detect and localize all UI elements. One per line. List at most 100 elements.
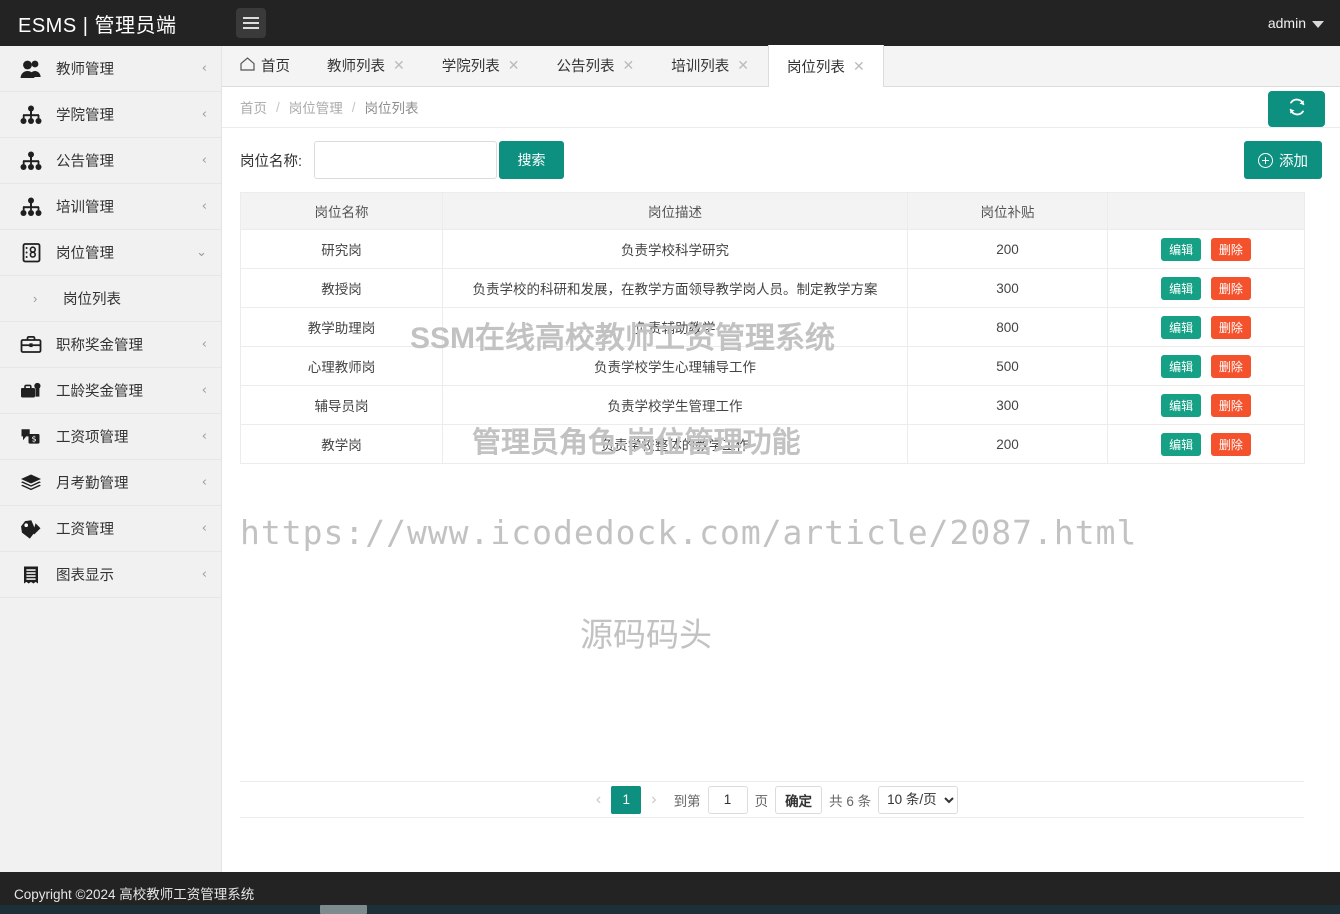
breadcrumb-separator: / — [276, 100, 280, 115]
sidebar-item-announcement[interactable]: 公告管理 ‹ — [0, 138, 221, 184]
close-icon[interactable]: ✕ — [393, 57, 405, 74]
sidebar-item-attendance[interactable]: 月考勤管理 ‹ — [0, 460, 221, 506]
breadcrumb-item-home[interactable]: 首页 — [240, 97, 267, 117]
cell-name: 教学岗 — [241, 425, 443, 464]
tab-training-list[interactable]: 培训列表 ✕ — [653, 45, 768, 86]
close-icon[interactable]: ✕ — [622, 57, 634, 74]
delete-button[interactable]: 删除 — [1211, 355, 1251, 378]
edit-button[interactable]: 编辑 — [1161, 355, 1201, 378]
edit-button[interactable]: 编辑 — [1161, 316, 1201, 339]
cell-desc: 负责学校的科研和发展，在教学方面领导教学岗人员。制定教学方案 — [443, 269, 908, 308]
chevron-left-icon: ‹ — [202, 107, 207, 122]
sidebar-item-title-bonus[interactable]: 职称奖金管理 ‹ — [0, 322, 221, 368]
sidebar-item-label: 学院管理 — [56, 104, 202, 125]
tab-bar: 首页 教师列表 ✕ 学院列表 ✕ 公告列表 ✕ 培训列表 ✕ 岗位列表 ✕ — [222, 46, 1340, 87]
sidebar-item-teacher[interactable]: 教师管理 ‹ — [0, 46, 221, 92]
sidebar-item-training[interactable]: 培训管理 ‹ — [0, 184, 221, 230]
jump-page-input[interactable] — [708, 786, 748, 814]
sidebar-item-position[interactable]: 岗位管理 ⌄ — [0, 230, 221, 276]
money-note-icon: $ — [18, 424, 44, 450]
sidebar-subitem-position-list[interactable]: › 岗位列表 — [0, 276, 221, 322]
edit-button[interactable]: 编辑 — [1161, 394, 1201, 417]
refresh-button[interactable] — [1268, 91, 1325, 127]
edit-button[interactable]: 编辑 — [1161, 238, 1201, 261]
cell-subsidy: 300 — [908, 386, 1108, 425]
next-page-button[interactable]: › — [641, 791, 666, 809]
breadcrumb-separator: / — [352, 100, 356, 115]
sidebar-item-seniority-bonus[interactable]: 工龄奖金管理 ‹ — [0, 368, 221, 414]
edit-button[interactable]: 编辑 — [1161, 277, 1201, 300]
sidebar-item-chart[interactable]: 图表显示 ‹ — [0, 552, 221, 598]
sidebar-item-label: 教师管理 — [56, 58, 202, 79]
cell-subsidy: 200 — [908, 425, 1108, 464]
cell-actions: 编辑 删除 — [1108, 230, 1305, 269]
tab-label: 公告列表 — [556, 55, 614, 76]
sidebar-item-salary[interactable]: 工资管理 ‹ — [0, 506, 221, 552]
delete-button[interactable]: 删除 — [1211, 277, 1251, 300]
search-input[interactable] — [314, 141, 497, 179]
layers-icon — [18, 470, 44, 496]
cell-desc: 负责学校学生心理辅导工作 — [443, 347, 908, 386]
home-icon — [240, 57, 255, 74]
close-icon[interactable]: ✕ — [737, 57, 749, 74]
cell-subsidy: 500 — [908, 347, 1108, 386]
col-header-desc: 岗位描述 — [443, 193, 908, 230]
prev-page-button[interactable]: ‹ — [586, 791, 611, 809]
horizontal-scrollbar-thumb[interactable] — [320, 905, 367, 914]
close-icon[interactable]: ✕ — [853, 58, 865, 75]
position-table: 岗位名称 岗位描述 岗位补贴 研究岗 负责学校科学研究 200 编辑 删除 — [240, 192, 1305, 464]
jump-suffix-label: 页 — [755, 790, 769, 810]
close-icon[interactable]: ✕ — [508, 57, 520, 74]
sidebar-item-label: 岗位管理 — [56, 242, 196, 263]
tab-home[interactable]: 首页 — [222, 45, 309, 86]
app-brand: ESMS | 管理员端 — [0, 0, 222, 46]
chevron-down-icon — [1312, 21, 1324, 28]
breadcrumb-item-position[interactable]: 岗位管理 — [289, 97, 343, 117]
sidebar-item-label: 职称奖金管理 — [56, 334, 202, 355]
svg-text:$: $ — [31, 434, 36, 443]
add-button-label: 添加 — [1279, 150, 1308, 171]
sidebar-item-salary-item[interactable]: $ 工资项管理 ‹ — [0, 414, 221, 460]
sidebar: 教师管理 ‹ 学院管理 ‹ 公告管理 ‹ 培训管理 ‹ — [0, 46, 222, 872]
horizontal-scrollbar-track[interactable] — [0, 905, 1340, 914]
tab-college-list[interactable]: 学院列表 ✕ — [424, 45, 539, 86]
breadcrumb-item-current: 岗位列表 — [365, 97, 419, 117]
edit-button[interactable]: 编辑 — [1161, 433, 1201, 456]
user-menu[interactable]: admin — [1268, 15, 1340, 31]
search-button[interactable]: 搜索 — [499, 141, 564, 179]
page-size-select[interactable]: 10 条/页20 条/页30 条/页50 条/页 — [878, 786, 958, 814]
sitemap-icon — [18, 148, 44, 174]
page-number-1[interactable]: 1 — [611, 786, 641, 814]
sidebar-subitem-label: 岗位列表 — [63, 288, 121, 309]
add-button[interactable]: 添加 — [1244, 141, 1322, 179]
tab-teacher-list[interactable]: 教师列表 ✕ — [309, 45, 424, 86]
tab-label: 培训列表 — [671, 55, 729, 76]
search-label: 岗位名称: — [240, 150, 302, 171]
cell-subsidy: 300 — [908, 269, 1108, 308]
delete-button[interactable]: 删除 — [1211, 433, 1251, 456]
delete-button[interactable]: 删除 — [1211, 316, 1251, 339]
cell-name: 心理教师岗 — [241, 347, 443, 386]
tab-announcement-list[interactable]: 公告列表 ✕ — [538, 45, 653, 86]
sidebar-item-college[interactable]: 学院管理 ‹ — [0, 92, 221, 138]
total-count-label: 共 6 条 — [829, 790, 871, 810]
delete-button[interactable]: 删除 — [1211, 238, 1251, 261]
cell-actions: 编辑 删除 — [1108, 386, 1305, 425]
cell-actions: 编辑 删除 — [1108, 425, 1305, 464]
delete-button[interactable]: 删除 — [1211, 394, 1251, 417]
chevron-left-icon: ‹ — [202, 429, 207, 444]
panel: 岗位名称: 搜索 添加 岗位名称 岗位描述 岗位补贴 — [222, 128, 1340, 464]
plus-circle-icon — [1258, 153, 1273, 168]
users-icon — [18, 56, 44, 82]
cell-name: 辅导员岗 — [241, 386, 443, 425]
badge-icon — [18, 240, 44, 266]
col-header-name: 岗位名称 — [241, 193, 443, 230]
cell-subsidy: 800 — [908, 308, 1108, 347]
tab-position-list[interactable]: 岗位列表 ✕ — [768, 45, 884, 87]
chevron-left-icon: ‹ — [202, 383, 207, 398]
confirm-page-button[interactable]: 确定 — [775, 786, 822, 814]
cell-desc: 负责学校学生管理工作 — [443, 386, 908, 425]
pagination: ‹ 1 › 到第 页 确定 共 6 条 10 条/页20 条/页30 条/页50… — [240, 781, 1304, 818]
hamburger-icon[interactable] — [236, 8, 266, 38]
table-row: 心理教师岗 负责学校学生心理辅导工作 500 编辑 删除 — [241, 347, 1305, 386]
